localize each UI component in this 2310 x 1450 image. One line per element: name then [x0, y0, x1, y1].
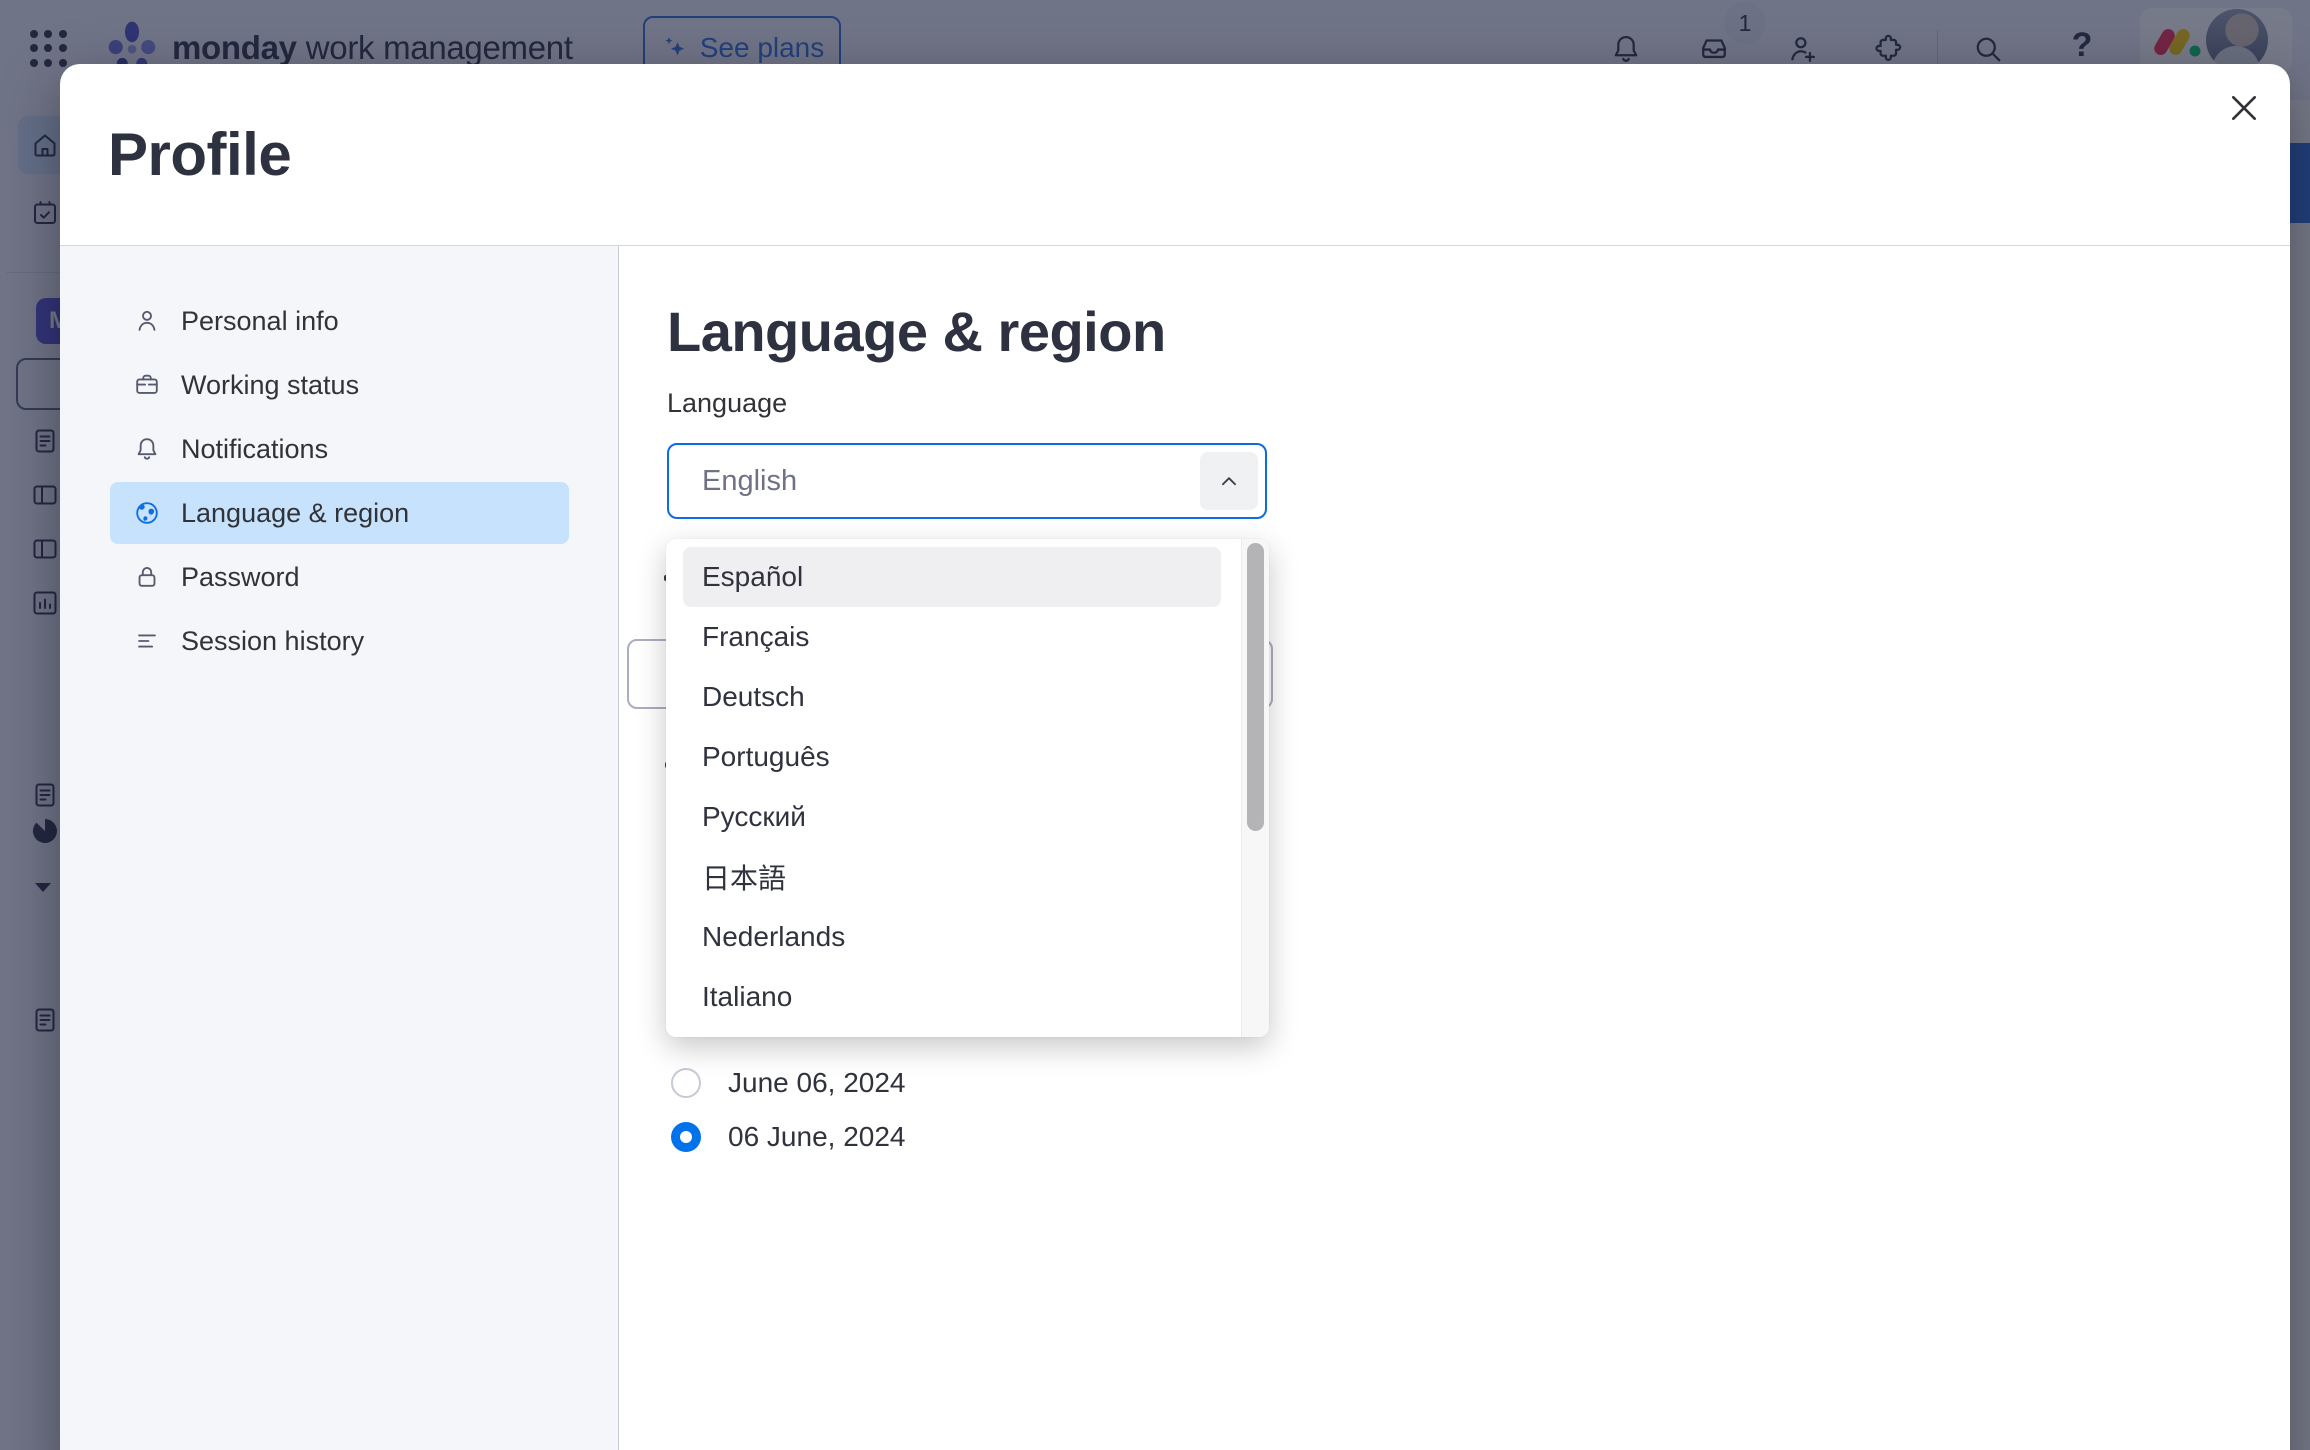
nav-item-session-history[interactable]: Session history: [110, 610, 569, 672]
profile-modal: Profile Personal info Working status Notif…: [60, 64, 2290, 1450]
radio-selected[interactable]: [671, 1122, 701, 1152]
language-select[interactable]: English: [667, 443, 1267, 519]
language-label: Language: [667, 388, 788, 419]
nav-item-label: Working status: [181, 369, 360, 400]
nav-item-working-status[interactable]: Working status: [110, 354, 569, 416]
date-format-label: 06 June, 2024: [728, 1121, 906, 1152]
history-icon: [133, 627, 161, 655]
nav-item-label: Password: [181, 561, 300, 592]
date-format-label: June 06, 2024: [728, 1067, 906, 1098]
modal-title: Profile: [108, 121, 292, 188]
modal-body: Personal info Working status Notifications…: [60, 245, 2290, 1450]
date-format-option[interactable]: June 06, 2024: [671, 1067, 906, 1098]
language-option[interactable]: Português: [683, 727, 1221, 787]
language-option[interactable]: Español: [683, 547, 1221, 607]
radio-unselected[interactable]: [671, 1068, 701, 1098]
language-option[interactable]: Nederlands: [683, 907, 1221, 967]
nav-item-label: Session history: [181, 625, 365, 656]
nav-item-language-region[interactable]: Language & region: [110, 482, 569, 544]
language-select-value: English: [702, 464, 798, 497]
language-option-list: Español Français Deutsch Português Русский 日本…: [666, 547, 1269, 1027]
date-format-options: June 06, 2024 06 June, 2024: [671, 1067, 906, 1176]
language-option[interactable]: Deutsch: [683, 667, 1221, 727]
language-option[interactable]: Français: [683, 607, 1221, 667]
page-title: Language & region: [667, 300, 1166, 363]
dropdown-scrollbar-track[interactable]: [1241, 539, 1269, 1037]
person-icon: [133, 307, 161, 335]
language-dropdown: Español Français Deutsch Português Русский 日本…: [666, 539, 1269, 1037]
chevron-up-icon[interactable]: [1200, 452, 1258, 510]
modal-main: Language & region Language English Españ…: [619, 246, 2290, 1450]
bell-icon: [133, 435, 161, 463]
dropdown-scrollbar-thumb[interactable]: [1247, 543, 1264, 831]
language-option[interactable]: Italiano: [683, 967, 1221, 1027]
nav-item-label: Personal info: [181, 305, 339, 336]
modal-header: Profile: [60, 64, 2290, 245]
nav-item-password[interactable]: Password: [110, 546, 569, 608]
language-option[interactable]: 日本語: [683, 847, 1221, 907]
nav-item-label: Language & region: [181, 497, 410, 528]
screen: monday work management See plans 1 ?: [0, 0, 2310, 1450]
lock-icon: [133, 563, 161, 591]
profile-nav: Personal info Working status Notifications…: [60, 246, 619, 1450]
nav-item-notifications[interactable]: Notifications: [110, 418, 569, 480]
date-format-option[interactable]: 06 June, 2024: [671, 1121, 906, 1152]
close-icon[interactable]: [2224, 88, 2264, 128]
globe-icon: [133, 499, 161, 527]
briefcase-icon: [133, 371, 161, 399]
nav-item-personal-info[interactable]: Personal info: [110, 290, 569, 352]
language-option[interactable]: Русский: [683, 787, 1221, 847]
nav-item-label: Notifications: [181, 433, 329, 464]
